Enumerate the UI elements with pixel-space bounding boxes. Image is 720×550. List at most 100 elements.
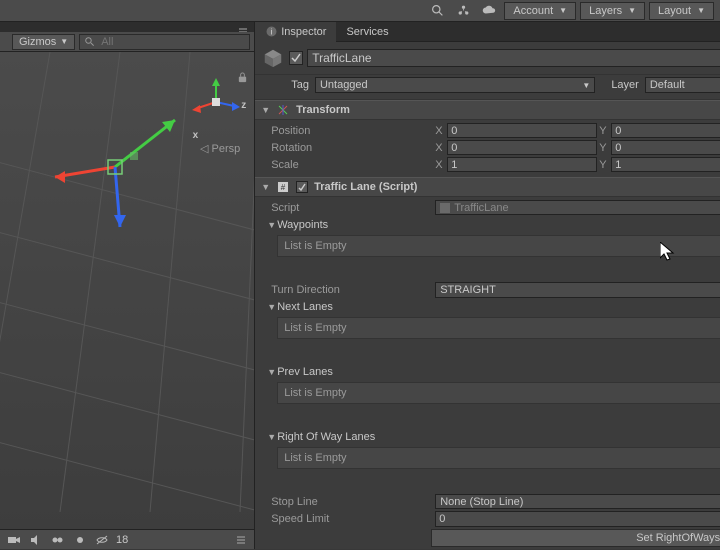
rotation-y-field[interactable] [611,140,720,155]
hidden-icon[interactable] [94,532,110,548]
foldout-icon: ▼ [267,220,277,230]
speed-limit-field[interactable] [435,511,720,527]
light-icon[interactable] [72,532,88,548]
layers-label: Layers [589,5,622,17]
row-lanes-list: List is Empty [277,447,720,469]
svg-text:i: i [270,28,272,37]
axis-x-label: x [193,130,199,141]
rotation-label: Rotation [261,142,431,154]
row-lanes-header[interactable]: ▼ Right Of Way Lanes [261,428,720,445]
tab-services-label: Services [346,26,388,38]
foldout-icon: ▼ [267,367,277,377]
next-lanes-list: List is Empty [277,317,720,339]
scale-x-field[interactable] [447,157,597,172]
account-dropdown[interactable]: Account ▼ [504,2,576,20]
script-icon: # [276,180,290,194]
camera-icon[interactable] [6,532,22,548]
transform-header[interactable]: ▼ Transform ? ⋮ [255,100,720,120]
scale-label: Scale [261,159,431,171]
waypoints-list: List is Empty [277,235,720,257]
prev-lanes-list: List is Empty [277,382,720,404]
scene-viewport[interactable]: x z ◁ Persp [0,52,254,529]
chevron-down-icon: ▼ [697,6,705,15]
tab-inspector[interactable]: i Inspector [255,22,336,42]
gameobject-icon[interactable] [261,46,285,70]
tag-dropdown[interactable]: Untagged ▼ [315,77,595,93]
speed-limit-label: Speed Limit [261,513,431,525]
tab-inspector-label: Inspector [281,26,326,38]
next-lanes-header[interactable]: ▼ Next Lanes [261,298,720,315]
scale-y-field[interactable] [611,157,720,172]
script-label: Script [261,202,431,214]
chevron-down-icon: ▼ [582,81,590,90]
prev-lanes-label: Prev Lanes [277,366,720,378]
rotation-x-field[interactable] [447,140,597,155]
axis-z-label: z [241,100,246,111]
svg-text:#: # [281,183,286,192]
layer-value: Default [650,79,685,91]
account-label: Account [513,5,553,17]
transform-icon [276,103,290,117]
tag-layer-row: Tag Untagged ▼ Layer Default ▼ [255,75,720,100]
search-icon[interactable] [426,2,448,20]
info-icon: i [265,26,277,38]
script-reference: TrafficLane [435,200,720,215]
gizmo-lock-icon[interactable] [237,72,248,83]
active-checkbox[interactable] [289,51,303,65]
layout-label: Layout [658,5,691,17]
tab-services[interactable]: Services [336,22,398,42]
gizmos-dropdown[interactable]: Gizmos ▼ [12,34,75,50]
position-x-field[interactable] [447,123,597,138]
traffic-lane-title: Traffic Lane (Script) [314,181,720,193]
scene-view-panel: Gizmos ▼ [0,22,255,549]
projection-label[interactable]: ◁ Persp [200,142,240,155]
tag-value: Untagged [320,79,368,91]
traffic-lane-body: Script TrafficLane ▼ Waypoints Lis [255,197,720,549]
top-toolbar: Account ▼ Layers ▼ Layout ▼ [0,0,720,22]
panel-tabs: i Inspector Services [255,22,720,42]
scene-search[interactable] [79,34,250,50]
foldout-icon: ▼ [267,432,277,442]
position-y-field[interactable] [611,123,720,138]
prev-lanes-header[interactable]: ▼ Prev Lanes [261,363,720,380]
row-lanes-label: Right Of Way Lanes [277,431,720,443]
script-enable-checkbox[interactable] [296,181,308,193]
foldout-icon: ▼ [261,182,270,192]
script-asset-icon [440,203,450,213]
foldout-icon: ▼ [261,105,270,115]
layers-dropdown[interactable]: Layers ▼ [580,2,645,20]
turn-direction-dropdown[interactable]: STRAIGHT ▼ [435,282,720,298]
layer-label: Layer [611,79,639,91]
next-lanes-label: Next Lanes [277,301,720,313]
waypoints-header[interactable]: ▼ Waypoints [261,216,720,233]
cloud-icon[interactable] [478,2,500,20]
stop-line-reference[interactable]: None (Stop Line) [435,494,720,509]
chevron-down-icon: ▼ [628,6,636,15]
collab-icon[interactable] [452,2,474,20]
traffic-lane-header[interactable]: ▼ # Traffic Lane (Script) ? ⋮ [255,177,720,197]
inspector-panel: i Inspector Services [255,22,720,549]
statusbar-menu-icon[interactable] [234,530,248,550]
scene-search-input[interactable] [99,35,245,49]
scene-statusbar: 18 [0,529,254,549]
transform-title: Transform [296,104,720,116]
chevron-down-icon: ▼ [60,37,68,46]
position-label: Position [261,125,431,137]
fx-icon[interactable] [50,532,66,548]
gizmos-label: Gizmos [19,36,56,48]
mute-icon[interactable] [28,532,44,548]
object-name-field[interactable]: TrafficLane [307,49,720,67]
turn-direction-label: Turn Direction [261,284,431,296]
chevron-down-icon: ▼ [559,6,567,15]
layout-dropdown[interactable]: Layout ▼ [649,2,714,20]
layer-dropdown[interactable]: Default ▼ [645,77,720,93]
object-header: TrafficLane Static ▼ [255,42,720,75]
transform-body: Position X Y Z Rotation X Y Z [255,120,720,177]
set-rightofways-button[interactable]: Set RightOfWays [431,529,720,547]
foldout-icon: ▼ [267,302,277,312]
hidden-count: 18 [116,534,128,546]
scene-toolbar: Gizmos ▼ [0,32,254,52]
search-icon [84,36,95,47]
stop-line-label: Stop Line [261,496,431,508]
waypoints-label: Waypoints [277,219,720,231]
